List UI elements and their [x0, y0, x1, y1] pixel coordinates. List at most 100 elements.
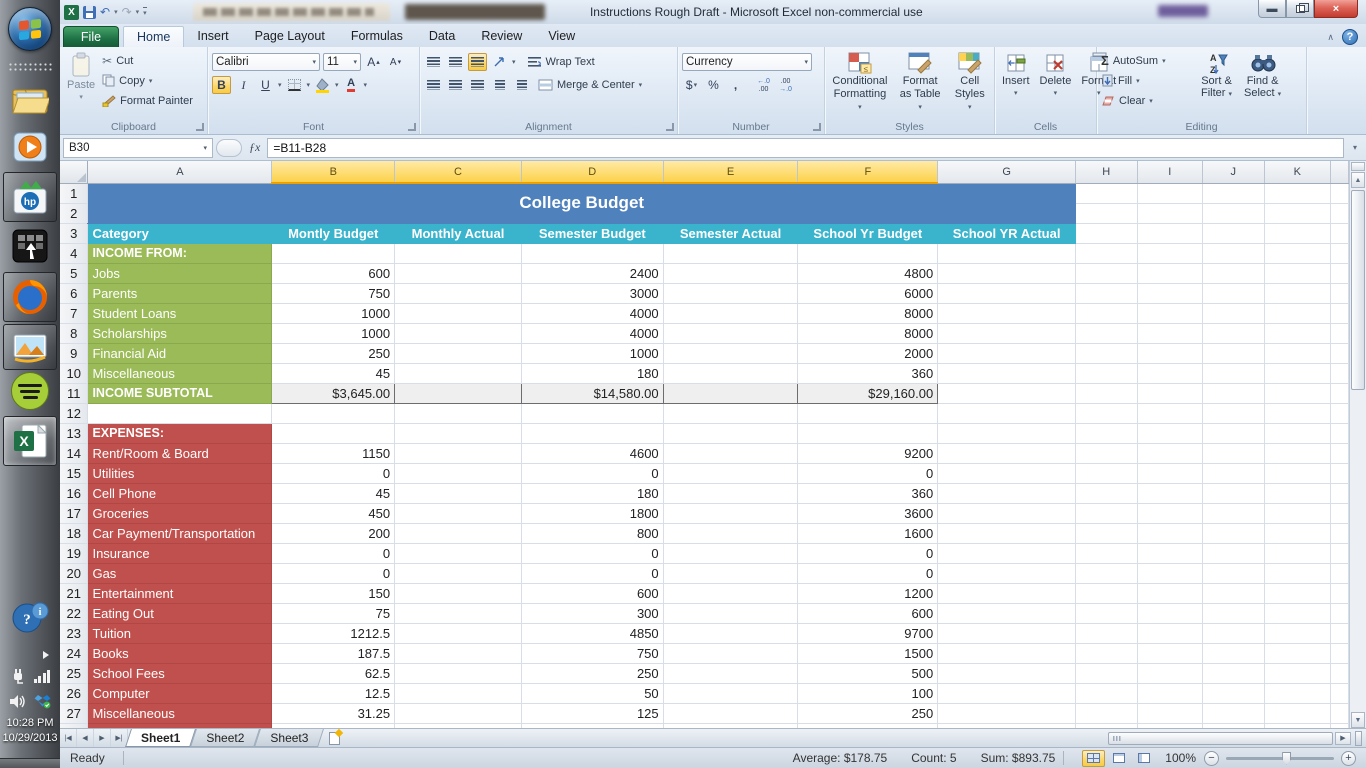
cell-G12[interactable] — [938, 403, 1076, 423]
dropbox-tray-icon[interactable] — [34, 694, 51, 709]
cell-I5[interactable] — [1137, 263, 1202, 283]
row-header-17[interactable]: 17 — [60, 503, 88, 523]
cell-K14[interactable] — [1264, 443, 1330, 463]
cell-G24[interactable] — [938, 643, 1076, 663]
cell-B4[interactable] — [272, 243, 395, 263]
cell-C23[interactable] — [395, 623, 522, 643]
vertical-scroll-thumb[interactable] — [1351, 190, 1365, 390]
page-layout-view-button[interactable] — [1107, 750, 1130, 767]
expand-formula-bar-button[interactable]: ▾ — [1347, 143, 1363, 152]
cell-B13[interactable] — [272, 423, 395, 443]
row-header-5[interactable]: 5 — [60, 263, 88, 283]
cell-B26[interactable]: 12.5 — [272, 683, 395, 703]
cell-K4[interactable] — [1264, 243, 1330, 263]
name-box[interactable]: B30▾ — [63, 138, 213, 158]
cell-F8[interactable]: 8000 — [798, 323, 938, 343]
column-header-J[interactable]: J — [1203, 161, 1265, 183]
cell-E20[interactable] — [663, 563, 798, 583]
cell-D25[interactable]: 250 — [521, 663, 663, 683]
cell-I25[interactable] — [1137, 663, 1202, 683]
insert-cells-button[interactable]: Insert▾ — [999, 50, 1033, 119]
cell-E14[interactable] — [663, 443, 798, 463]
cell-K18[interactable] — [1264, 523, 1330, 543]
undo-dropdown-arrow[interactable]: ▾ — [114, 8, 118, 16]
cell-C26[interactable] — [395, 683, 522, 703]
cell-H18[interactable] — [1076, 523, 1138, 543]
cell-C4[interactable] — [395, 243, 522, 263]
previous-sheet-button[interactable]: ◀ — [77, 729, 94, 747]
cell-J5[interactable] — [1203, 263, 1265, 283]
cell-F12[interactable] — [798, 403, 938, 423]
cell-E24[interactable] — [663, 643, 798, 663]
cell-I15[interactable] — [1137, 463, 1202, 483]
cell-D26[interactable]: 50 — [521, 683, 663, 703]
bold-button[interactable]: B — [212, 76, 231, 94]
cell-J26[interactable] — [1203, 683, 1265, 703]
cell-F20[interactable]: 0 — [798, 563, 938, 583]
cell-B21[interactable]: 150 — [272, 583, 395, 603]
start-button[interactable] — [8, 7, 52, 51]
cell-J13[interactable] — [1203, 423, 1265, 443]
format-painter-button[interactable]: Format Painter — [102, 92, 193, 109]
cell-D11[interactable]: $14,580.00 — [521, 383, 663, 403]
fill-color-button[interactable] — [313, 76, 332, 94]
windows-explorer-button[interactable] — [11, 84, 49, 116]
column-header-I[interactable]: I — [1137, 161, 1202, 183]
cell-H2[interactable] — [1076, 203, 1138, 223]
column-header-F[interactable]: F — [798, 161, 938, 183]
top-align-button[interactable] — [424, 53, 443, 71]
grow-font-button[interactable]: A▴ — [364, 53, 383, 71]
format-as-table-button[interactable]: Format as Table ▾ — [895, 50, 946, 119]
cell-C5[interactable] — [395, 263, 522, 283]
row-header-23[interactable]: 23 — [60, 623, 88, 643]
row-header-20[interactable]: 20 — [60, 563, 88, 583]
cell-K8[interactable] — [1264, 323, 1330, 343]
tab-sheet1[interactable]: Sheet1 — [128, 729, 193, 747]
cell-B15[interactable]: 0 — [272, 463, 395, 483]
row-header-10[interactable]: 10 — [60, 363, 88, 383]
tab-sheet2[interactable]: Sheet2 — [193, 729, 257, 747]
cell-J11[interactable] — [1203, 383, 1265, 403]
font-dialog-launcher[interactable] — [408, 123, 416, 131]
cell-B22[interactable]: 75 — [272, 603, 395, 623]
orientation-button[interactable] — [490, 53, 509, 71]
cell-x18[interactable] — [1331, 523, 1349, 543]
cell-K22[interactable] — [1264, 603, 1330, 623]
cell-I22[interactable] — [1137, 603, 1202, 623]
question-info-tray-icon[interactable]: ?i — [10, 598, 50, 640]
cell-G4[interactable] — [938, 243, 1076, 263]
column-header-E[interactable]: E — [663, 161, 798, 183]
cell-D5[interactable]: 2400 — [521, 263, 663, 283]
minimize-ribbon-button[interactable]: ∧ — [1327, 32, 1334, 43]
cell-E27[interactable] — [663, 703, 798, 723]
number-dialog-launcher[interactable] — [813, 123, 821, 131]
cell-B17[interactable]: 450 — [272, 503, 395, 523]
cell-G15[interactable] — [938, 463, 1076, 483]
row-header-11[interactable]: 11 — [60, 383, 88, 403]
redo-button[interactable]: ↷ — [122, 5, 132, 19]
cell-J16[interactable] — [1203, 483, 1265, 503]
cell-F14[interactable]: 9200 — [798, 443, 938, 463]
sort-filter-button[interactable]: AZ Sort & Filter ▾ — [1197, 50, 1236, 119]
cell-B27[interactable]: 31.25 — [272, 703, 395, 723]
cell-E10[interactable] — [663, 363, 798, 383]
cell-x10[interactable] — [1331, 363, 1349, 383]
cell-C7[interactable] — [395, 303, 522, 323]
cell-styles-button[interactable]: Cell Styles ▾ — [950, 50, 990, 119]
next-sheet-button[interactable]: ▶ — [94, 729, 111, 747]
font-color-button[interactable]: A — [342, 76, 361, 94]
cell-H1[interactable] — [1076, 183, 1138, 203]
cell-K23[interactable] — [1264, 623, 1330, 643]
normal-view-button[interactable] — [1082, 750, 1105, 767]
column-header-C[interactable]: C — [395, 161, 522, 183]
align-right-button[interactable] — [468, 76, 487, 94]
cell-A14[interactable]: Rent/Room & Board — [88, 443, 272, 463]
cell-B20[interactable]: 0 — [272, 563, 395, 583]
cell-E21[interactable] — [663, 583, 798, 603]
cell-H23[interactable] — [1076, 623, 1138, 643]
cell-H17[interactable] — [1076, 503, 1138, 523]
borders-button[interactable] — [285, 76, 304, 94]
accounting-format-button[interactable]: $▾ — [682, 76, 701, 94]
cell-H20[interactable] — [1076, 563, 1138, 583]
cell-D20[interactable]: 0 — [521, 563, 663, 583]
